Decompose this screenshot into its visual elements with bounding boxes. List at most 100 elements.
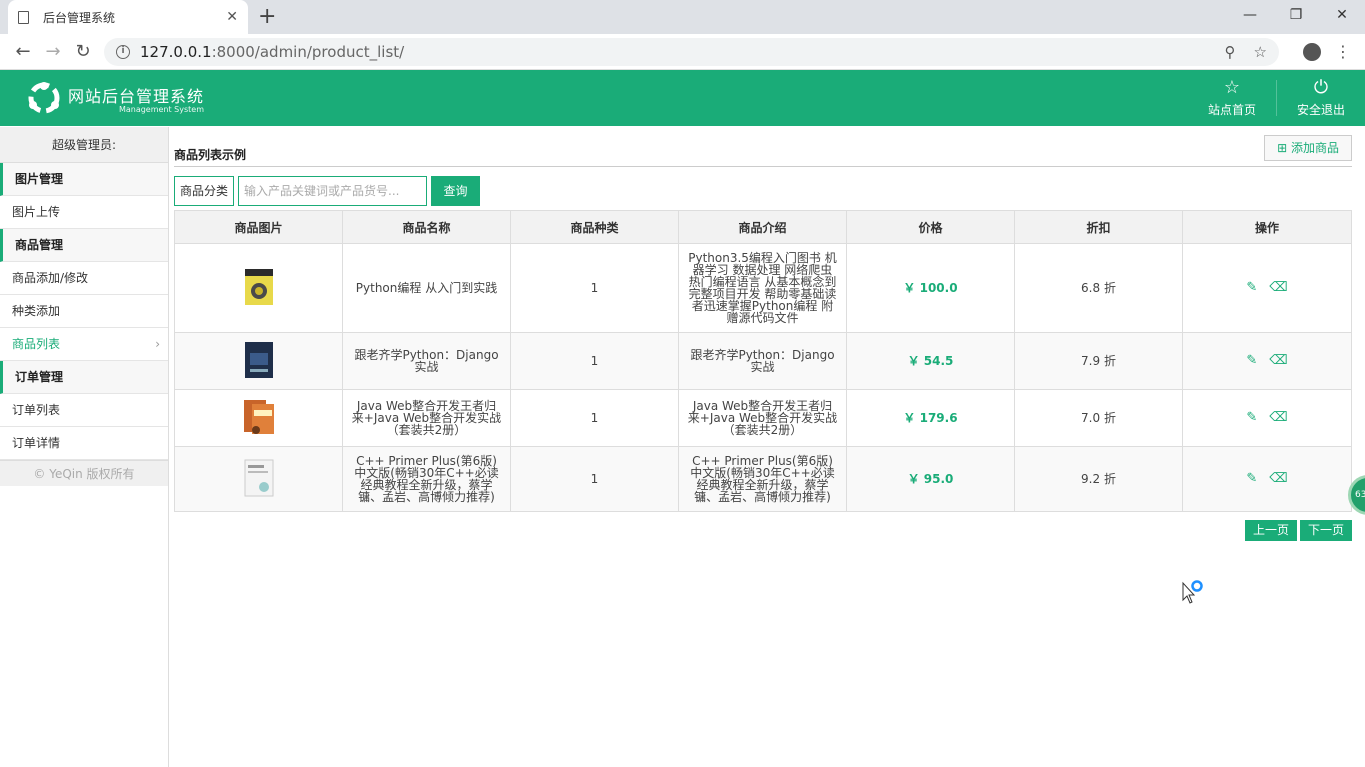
window-controls: — ❐ ✕ — [1227, 0, 1365, 30]
product-thumbnail — [244, 342, 273, 378]
sidebar-group-images[interactable]: 图片管理 — [0, 163, 168, 196]
plus-square-icon: ⊞ — [1277, 141, 1288, 155]
page-title: 商品列表示例 — [174, 148, 247, 162]
search-button[interactable]: 查询 — [431, 176, 481, 206]
busy-cursor-icon — [1182, 580, 1203, 604]
edit-icon[interactable]: ✎ — [1246, 281, 1257, 294]
chevron-right-icon: › — [155, 337, 160, 351]
product-thumbnail — [243, 400, 274, 434]
delete-icon[interactable]: ⌫ — [1269, 281, 1287, 294]
site-home-link[interactable]: ☆ 站点首页 — [1188, 70, 1276, 126]
logo-icon — [28, 82, 60, 114]
product-price: ￥ 54.5 — [846, 332, 1015, 390]
col-header-category: 商品种类 — [510, 210, 679, 244]
logo: 网站后台管理系统 Management System — [26, 80, 204, 116]
bookmark-star-icon[interactable]: ☆ — [1254, 43, 1267, 61]
header-nav: ☆ 站点首页 ⏻ 安全退出 — [1188, 70, 1365, 126]
product-thumbnail — [244, 269, 273, 305]
product-intro: Java Web整合开发王者归来+Java Web整合开发实战（套装共2册） — [678, 389, 847, 447]
edit-icon[interactable]: ✎ — [1246, 411, 1257, 424]
product-table: 商品图片 商品名称 商品种类 商品介绍 价格 折扣 操作 Python编程 从入… — [174, 210, 1352, 512]
title-row: 商品列表示例 ⊞ 添加商品 — [174, 127, 1352, 167]
delete-icon[interactable]: ⌫ — [1269, 472, 1287, 485]
product-category: 1 — [510, 243, 679, 333]
sidebar-group-products[interactable]: 商品管理 — [0, 229, 168, 262]
account-avatar-icon[interactable] — [1303, 42, 1321, 61]
close-tab-icon[interactable]: ✕ — [226, 9, 238, 25]
next-page-button[interactable]: 下一页 — [1299, 520, 1352, 541]
star-icon: ☆ — [1223, 76, 1241, 98]
col-header-actions: 操作 — [1182, 210, 1352, 244]
info-icon[interactable]: i — [116, 44, 130, 59]
delete-icon[interactable]: ⌫ — [1269, 411, 1287, 424]
new-tab-button[interactable]: + — [258, 4, 276, 29]
product-category: 1 — [510, 446, 679, 512]
close-window-button[interactable]: ✕ — [1319, 0, 1365, 30]
logo-subtitle: Management System — [118, 104, 205, 114]
sidebar-item-product-list[interactable]: 商品列表 › — [0, 328, 168, 361]
add-product-label: 添加商品 — [1290, 141, 1339, 155]
product-name: Python编程 从入门到实践 — [342, 243, 511, 333]
table-row: 跟老齐学Python：Django实战 1 跟老齐学Python：Django实… — [174, 332, 1352, 390]
logout-link[interactable]: ⏻ 安全退出 — [1277, 70, 1365, 126]
logo-title: 网站后台管理系统 — [68, 86, 205, 106]
product-category: 1 — [510, 389, 679, 447]
edit-icon[interactable]: ✎ — [1246, 472, 1257, 485]
product-price: ￥ 179.6 — [846, 389, 1015, 447]
delete-icon[interactable]: ⌫ — [1269, 354, 1287, 367]
url-path: :8000/admin/product_list/ — [211, 42, 405, 61]
address-bar: ← → ↻ i 127.0.0.1:8000/admin/product_lis… — [0, 34, 1365, 70]
product-price: ￥ 100.0 — [846, 243, 1015, 333]
browser-tab[interactable]: 后台管理系统 ✕ — [8, 0, 248, 34]
forward-button[interactable]: → — [38, 41, 68, 62]
sidebar-group-orders[interactable]: 订单管理 — [0, 361, 168, 394]
product-name: C++ Primer Plus(第6版)中文版(畅销30年C++必读经典教程全新… — [342, 446, 511, 512]
col-header-name: 商品名称 — [342, 210, 511, 244]
col-header-price: 价格 — [846, 210, 1015, 244]
sidebar-item-product-edit[interactable]: 商品添加/修改 — [0, 262, 168, 295]
product-intro: C++ Primer Plus(第6版)中文版(畅销30年C++必读经典教程全新… — [678, 446, 847, 512]
search-input[interactable] — [238, 176, 428, 206]
table-row: Java Web整合开发王者归来+Java Web整合开发实战（套装共2册） 1… — [174, 389, 1352, 447]
search-bar: 商品分类 查询 — [174, 176, 1352, 206]
product-discount: 7.0 折 — [1014, 389, 1183, 447]
main-content: 商品列表示例 ⊞ 添加商品 商品分类 查询 商品图片 商品名称 商品种类 商品介… — [174, 127, 1352, 541]
product-intro: Python3.5编程入门图书 机器学习 数据处理 网络爬虫热门编程语言 从基本… — [678, 243, 847, 333]
power-icon: ⏻ — [1313, 76, 1329, 98]
product-discount: 7.9 折 — [1014, 332, 1183, 390]
sidebar-item-label: 商品列表 — [12, 337, 61, 351]
minimize-button[interactable]: — — [1227, 0, 1273, 30]
copyright: © YeQin 版权所有 — [0, 460, 168, 486]
sidebar-item-category-add[interactable]: 种类添加 — [0, 295, 168, 328]
restore-button[interactable]: ❐ — [1273, 0, 1319, 30]
back-button[interactable]: ← — [8, 41, 38, 62]
category-select[interactable]: 商品分类 — [174, 176, 235, 206]
table-header-row: 商品图片 商品名称 商品种类 商品介绍 价格 折扣 操作 — [174, 210, 1352, 244]
product-thumbnail — [244, 459, 273, 497]
sidebar-item-order-detail[interactable]: 订单详情 — [0, 427, 168, 460]
admin-label: 超级管理员: — [0, 127, 168, 163]
zoom-icon[interactable]: ⚲ — [1225, 43, 1236, 61]
url-field[interactable]: i 127.0.0.1:8000/admin/product_list/ ⚲ ☆ — [104, 37, 1279, 66]
prev-page-button[interactable]: 上一页 — [1244, 520, 1297, 541]
reload-button[interactable]: ↻ — [68, 41, 98, 62]
col-header-discount: 折扣 — [1014, 210, 1183, 244]
sidebar-item-image-upload[interactable]: 图片上传 — [0, 196, 168, 229]
col-header-image: 商品图片 — [174, 210, 343, 244]
menu-kebab-icon[interactable]: ⋮ — [1335, 42, 1351, 61]
tab-title: 后台管理系统 — [43, 10, 116, 25]
sidebar: 超级管理员: 图片管理 图片上传 商品管理 商品添加/修改 种类添加 商品列表 … — [0, 127, 169, 767]
page-icon — [18, 10, 29, 24]
product-price: ￥ 95.0 — [846, 446, 1015, 512]
product-category: 1 — [510, 332, 679, 390]
url-host: 127.0.0.1 — [140, 42, 212, 61]
sidebar-item-order-list[interactable]: 订单列表 — [0, 394, 168, 427]
col-header-intro: 商品介绍 — [678, 210, 847, 244]
product-intro: 跟老齐学Python：Django实战 — [678, 332, 847, 390]
add-product-button[interactable]: ⊞ 添加商品 — [1264, 135, 1352, 161]
site-home-label: 站点首页 — [1207, 102, 1256, 117]
edit-icon[interactable]: ✎ — [1246, 354, 1257, 367]
product-discount: 9.2 折 — [1014, 446, 1183, 512]
browser-tab-bar: 后台管理系统 ✕ + — ❐ ✕ — [0, 0, 1365, 34]
logout-label: 安全退出 — [1296, 102, 1345, 117]
